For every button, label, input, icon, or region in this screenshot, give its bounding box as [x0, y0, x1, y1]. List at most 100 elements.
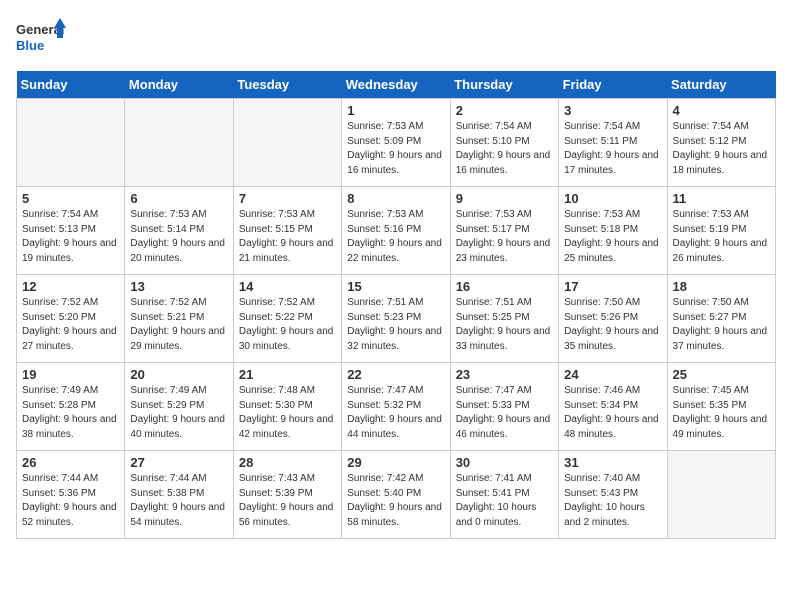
- logo: General Blue: [16, 16, 66, 61]
- calendar-cell: 31 Sunrise: 7:40 AMSunset: 5:43 PMDayligh…: [559, 451, 667, 539]
- day-header-wednesday: Wednesday: [342, 71, 450, 99]
- day-info: Sunrise: 7:52 AMSunset: 5:22 PMDaylight:…: [239, 296, 336, 354]
- day-info: Sunrise: 7:40 AMSunset: 5:43 PMDaylight:…: [564, 472, 661, 530]
- calendar-cell: 9 Sunrise: 7:53 AMSunset: 5:17 PMDaylight…: [450, 187, 558, 275]
- calendar-cell: 18 Sunrise: 7:50 AMSunset: 5:27 PMDayligh…: [667, 275, 775, 363]
- calendar-cell: [667, 451, 775, 539]
- day-info: Sunrise: 7:54 AMSunset: 5:13 PMDaylight:…: [22, 208, 119, 266]
- day-info: Sunrise: 7:50 AMSunset: 5:27 PMDaylight:…: [673, 296, 770, 354]
- day-info: Sunrise: 7:53 AMSunset: 5:16 PMDaylight:…: [347, 208, 444, 266]
- day-info: Sunrise: 7:44 AMSunset: 5:36 PMDaylight:…: [22, 472, 119, 530]
- day-header-saturday: Saturday: [667, 71, 775, 99]
- calendar-cell: 7 Sunrise: 7:53 AMSunset: 5:15 PMDaylight…: [233, 187, 341, 275]
- day-number: 2: [456, 103, 553, 118]
- day-info: Sunrise: 7:49 AMSunset: 5:29 PMDaylight:…: [130, 384, 227, 442]
- day-number: 31: [564, 455, 661, 470]
- calendar-cell: 8Sunrise: 7:53 AMSunset: 5:16 PMDaylight…: [342, 187, 450, 275]
- day-number: 21: [239, 367, 336, 382]
- calendar-cell: 12 Sunrise: 7:52 AMSunset: 5:20 PMDayligh…: [17, 275, 125, 363]
- day-number: 23: [456, 367, 553, 382]
- calendar-cell: [17, 99, 125, 187]
- week-row-1: 1 Sunrise: 7:53 AMSunset: 5:09 PMDaylight…: [17, 99, 776, 187]
- calendar-cell: 13Sunrise: 7:52 AMSunset: 5:21 PMDayligh…: [125, 275, 233, 363]
- calendar-cell: 11Sunrise: 7:53 AMSunset: 5:19 PMDayligh…: [667, 187, 775, 275]
- day-number: 18: [673, 279, 770, 294]
- day-number: 9: [456, 191, 553, 206]
- day-number: 24: [564, 367, 661, 382]
- calendar-cell: 6 Sunrise: 7:53 AMSunset: 5:14 PMDaylight…: [125, 187, 233, 275]
- day-number: 14: [239, 279, 336, 294]
- calendar-cell: 3Sunrise: 7:54 AMSunset: 5:11 PMDaylight…: [559, 99, 667, 187]
- day-number: 13: [130, 279, 227, 294]
- day-info: Sunrise: 7:51 AMSunset: 5:23 PMDaylight:…: [347, 296, 444, 354]
- calendar-cell: 30 Sunrise: 7:41 AMSunset: 5:41 PMDayligh…: [450, 451, 558, 539]
- day-header-tuesday: Tuesday: [233, 71, 341, 99]
- day-number: 28: [239, 455, 336, 470]
- day-number: 12: [22, 279, 119, 294]
- day-info: Sunrise: 7:52 AMSunset: 5:20 PMDaylight:…: [22, 296, 119, 354]
- day-info: Sunrise: 7:54 AMSunset: 5:10 PMDaylight:…: [456, 120, 553, 178]
- day-info: Sunrise: 7:49 AMSunset: 5:28 PMDaylight:…: [22, 384, 119, 442]
- calendar-cell: 10 Sunrise: 7:53 AMSunset: 5:18 PMDayligh…: [559, 187, 667, 275]
- day-number: 5: [22, 191, 119, 206]
- header: General Blue: [16, 16, 776, 61]
- day-info: Sunrise: 7:46 AMSunset: 5:34 PMDaylight:…: [564, 384, 661, 442]
- week-row-3: 12 Sunrise: 7:52 AMSunset: 5:20 PMDayligh…: [17, 275, 776, 363]
- week-row-4: 19Sunrise: 7:49 AMSunset: 5:28 PMDayligh…: [17, 363, 776, 451]
- day-number: 17: [564, 279, 661, 294]
- calendar-cell: 17 Sunrise: 7:50 AMSunset: 5:26 PMDayligh…: [559, 275, 667, 363]
- day-info: Sunrise: 7:41 AMSunset: 5:41 PMDaylight:…: [456, 472, 553, 530]
- day-info: Sunrise: 7:53 AMSunset: 5:09 PMDaylight:…: [347, 120, 444, 178]
- day-header-monday: Monday: [125, 71, 233, 99]
- day-info: Sunrise: 7:47 AMSunset: 5:33 PMDaylight:…: [456, 384, 553, 442]
- day-number: 7: [239, 191, 336, 206]
- calendar-cell: [233, 99, 341, 187]
- day-number: 20: [130, 367, 227, 382]
- calendar-cell: 20 Sunrise: 7:49 AMSunset: 5:29 PMDayligh…: [125, 363, 233, 451]
- calendar-cell: 25Sunrise: 7:45 AMSunset: 5:35 PMDayligh…: [667, 363, 775, 451]
- calendar-cell: 2 Sunrise: 7:54 AMSunset: 5:10 PMDaylight…: [450, 99, 558, 187]
- day-number: 15: [347, 279, 444, 294]
- calendar-table: SundayMondayTuesdayWednesdayThursdayFrid…: [16, 71, 776, 539]
- day-header-friday: Friday: [559, 71, 667, 99]
- day-header-thursday: Thursday: [450, 71, 558, 99]
- calendar-cell: 5 Sunrise: 7:54 AMSunset: 5:13 PMDaylight…: [17, 187, 125, 275]
- day-info: Sunrise: 7:50 AMSunset: 5:26 PMDaylight:…: [564, 296, 661, 354]
- week-row-5: 26 Sunrise: 7:44 AMSunset: 5:36 PMDayligh…: [17, 451, 776, 539]
- day-info: Sunrise: 7:54 AMSunset: 5:12 PMDaylight:…: [673, 120, 770, 178]
- calendar-cell: [125, 99, 233, 187]
- week-row-2: 5 Sunrise: 7:54 AMSunset: 5:13 PMDaylight…: [17, 187, 776, 275]
- calendar-cell: 23 Sunrise: 7:47 AMSunset: 5:33 PMDayligh…: [450, 363, 558, 451]
- calendar-cell: 29Sunrise: 7:42 AMSunset: 5:40 PMDayligh…: [342, 451, 450, 539]
- day-header-row: SundayMondayTuesdayWednesdayThursdayFrid…: [17, 71, 776, 99]
- day-number: 30: [456, 455, 553, 470]
- day-number: 22: [347, 367, 444, 382]
- calendar-cell: 14 Sunrise: 7:52 AMSunset: 5:22 PMDayligh…: [233, 275, 341, 363]
- day-number: 27: [130, 455, 227, 470]
- day-info: Sunrise: 7:53 AMSunset: 5:14 PMDaylight:…: [130, 208, 227, 266]
- calendar-cell: 22Sunrise: 7:47 AMSunset: 5:32 PMDayligh…: [342, 363, 450, 451]
- day-info: Sunrise: 7:53 AMSunset: 5:17 PMDaylight:…: [456, 208, 553, 266]
- svg-text:Blue: Blue: [16, 38, 44, 53]
- calendar-cell: 1 Sunrise: 7:53 AMSunset: 5:09 PMDaylight…: [342, 99, 450, 187]
- calendar-cell: 27 Sunrise: 7:44 AMSunset: 5:38 PMDayligh…: [125, 451, 233, 539]
- day-info: Sunrise: 7:42 AMSunset: 5:40 PMDaylight:…: [347, 472, 444, 530]
- day-number: 1: [347, 103, 444, 118]
- day-info: Sunrise: 7:44 AMSunset: 5:38 PMDaylight:…: [130, 472, 227, 530]
- day-info: Sunrise: 7:48 AMSunset: 5:30 PMDaylight:…: [239, 384, 336, 442]
- day-number: 6: [130, 191, 227, 206]
- day-info: Sunrise: 7:51 AMSunset: 5:25 PMDaylight:…: [456, 296, 553, 354]
- day-number: 26: [22, 455, 119, 470]
- calendar-cell: 16 Sunrise: 7:51 AMSunset: 5:25 PMDayligh…: [450, 275, 558, 363]
- logo-svg: General Blue: [16, 16, 66, 61]
- calendar-cell: 15 Sunrise: 7:51 AMSunset: 5:23 PMDayligh…: [342, 275, 450, 363]
- day-header-sunday: Sunday: [17, 71, 125, 99]
- calendar-cell: 28 Sunrise: 7:43 AMSunset: 5:39 PMDayligh…: [233, 451, 341, 539]
- day-info: Sunrise: 7:43 AMSunset: 5:39 PMDaylight:…: [239, 472, 336, 530]
- day-info: Sunrise: 7:53 AMSunset: 5:15 PMDaylight:…: [239, 208, 336, 266]
- day-number: 10: [564, 191, 661, 206]
- day-info: Sunrise: 7:45 AMSunset: 5:35 PMDaylight:…: [673, 384, 770, 442]
- day-info: Sunrise: 7:53 AMSunset: 5:18 PMDaylight:…: [564, 208, 661, 266]
- day-number: 16: [456, 279, 553, 294]
- day-info: Sunrise: 7:53 AMSunset: 5:19 PMDaylight:…: [673, 208, 770, 266]
